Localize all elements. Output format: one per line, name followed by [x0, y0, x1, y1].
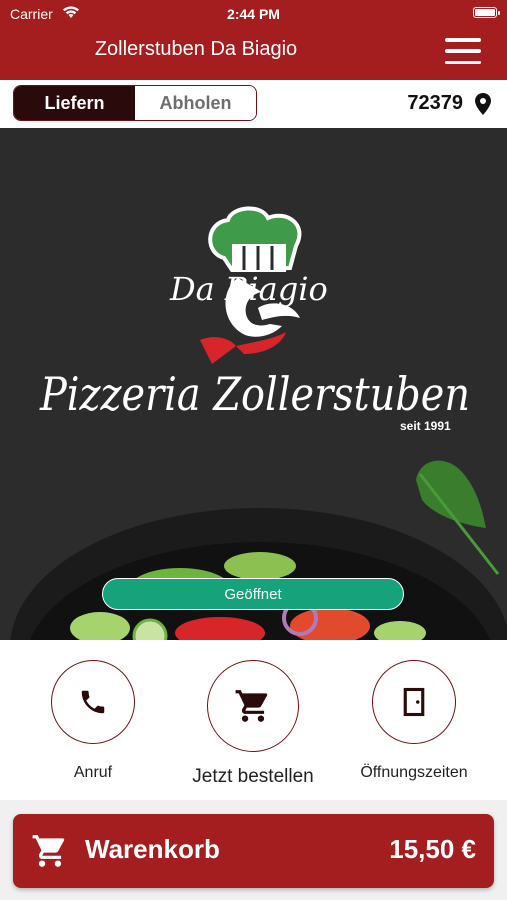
app-header: Carrier 2:44 PM Zollerstuben Da Biagio: [0, 0, 507, 80]
logo-da-biagio: Da Biagio: [169, 270, 328, 308]
cart-total: 15,50 €: [389, 834, 476, 864]
open-status-badge: Geöffnet: [102, 578, 404, 610]
restaurant-logo: Da Biagio Pizzeria Zollerstuben seit 199…: [10, 206, 507, 640]
location-pin-icon[interactable]: [475, 93, 491, 115]
call-action[interactable]: Anruf: [18, 660, 168, 782]
deliver-tab[interactable]: Liefern: [14, 86, 135, 120]
phone-icon: [81, 690, 105, 714]
cart-label: Warenkorb: [85, 834, 220, 864]
opening-hours-button[interactable]: [372, 660, 456, 744]
door-icon: [403, 687, 425, 717]
order-now-button[interactable]: [207, 660, 299, 752]
battery-icon: [473, 7, 500, 18]
logo-since: seit 1991: [400, 419, 451, 433]
page-title: Zollerstuben Da Biagio: [94, 38, 298, 60]
order-mode-toggle: Liefern Abholen: [13, 85, 257, 121]
hamburger-menu-icon[interactable]: [445, 38, 481, 64]
opening-hours-label: Öffnungszeiten: [360, 764, 468, 781]
cart-icon: [32, 835, 65, 867]
order-now-action[interactable]: Jetzt bestellen: [178, 660, 328, 788]
quick-actions: Anruf Jetzt bestellen Öffnungszeiten: [0, 640, 507, 800]
order-mode-bar: Liefern Abholen 72379: [0, 80, 507, 128]
status-bar: Carrier 2:44 PM: [0, 0, 507, 28]
pickup-tab[interactable]: Abholen: [135, 86, 256, 120]
call-label: Anruf: [73, 764, 113, 781]
zip-code[interactable]: 72379: [407, 92, 463, 115]
hero-banner: Da Biagio Pizzeria Zollerstuben seit 199…: [0, 128, 507, 640]
status-time: 2:44 PM: [227, 6, 280, 22]
cart-button[interactable]: Warenkorb 15,50 €: [13, 814, 494, 888]
cart-icon: [235, 690, 268, 722]
opening-hours-action[interactable]: Öffnungszeiten: [339, 660, 489, 782]
logo-pizzeria-name: Pizzeria Zollerstuben: [39, 367, 470, 421]
cart-bar: Warenkorb 15,50 €: [0, 800, 507, 900]
order-now-label: Jetzt bestellen: [192, 766, 314, 787]
call-button[interactable]: [51, 660, 135, 744]
